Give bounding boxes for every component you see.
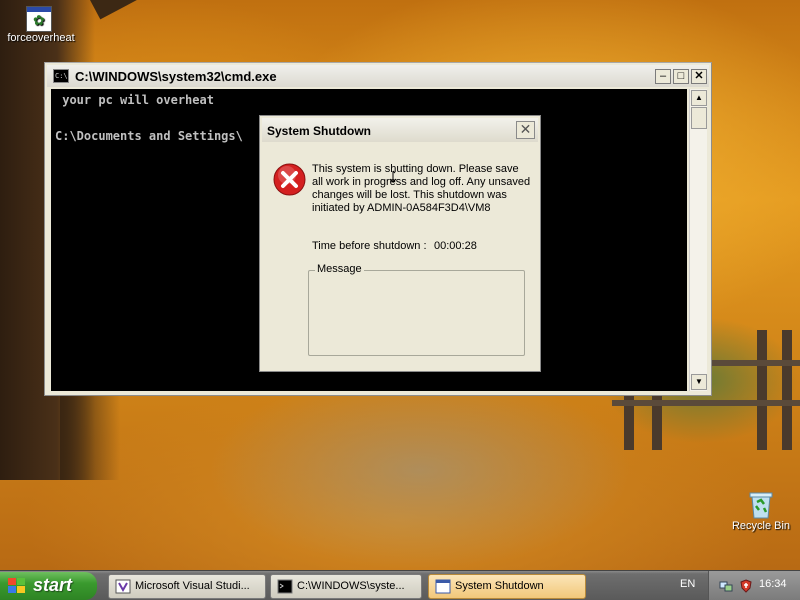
time-before-shutdown-value: 00:00:28 [434,240,477,252]
network-icon[interactable] [719,579,733,593]
error-icon [273,163,306,196]
scroll-down-arrow-icon[interactable]: ▼ [691,374,707,390]
taskbar-button-cmd[interactable]: C:\WINDOWS\syste... [270,574,422,599]
visual-studio-icon [115,579,131,594]
desktop-icon-forceoverheat[interactable]: forceoverheat [0,6,82,44]
desktop-icon-label: Recycle Bin [731,520,791,532]
cmd-window-title: C:\WINDOWS\system32\cmd.exe [75,69,277,84]
start-button[interactable]: start [0,572,97,600]
cmd-icon [277,579,293,594]
dialog-titlebar[interactable]: System Shutdown ✕ [262,118,538,142]
close-button[interactable]: ✕ [691,69,707,84]
clock[interactable]: 16:34 [759,578,787,590]
dialog-close-button[interactable]: ✕ [516,121,535,139]
taskbar-button-label: C:\WINDOWS\syste... [297,580,405,592]
console-line: your pc will overheat [55,93,214,107]
language-indicator[interactable]: EN [680,578,695,590]
recycle-bin-icon [747,488,775,520]
taskbar-button-visual-studio[interactable]: Microsoft Visual Studi... [108,574,266,599]
taskbar-button-label: Microsoft Visual Studi... [135,580,250,592]
message-groupbox: Message [308,263,525,356]
maximize-button[interactable]: □ [673,69,689,84]
security-shield-icon[interactable] [739,579,753,593]
system-tray: 16:34 [708,571,800,600]
taskbar-button-label: System Shutdown [455,580,544,592]
desktop-icon-label: forceoverheat [7,32,75,44]
system-shutdown-dialog[interactable]: System Shutdown ✕ This system is shuttin… [259,115,541,372]
cmd-titlebar[interactable]: C:\ C:\WINDOWS\system32\cmd.exe – □ ✕ [47,65,709,87]
program-icon [26,6,52,32]
cmd-icon[interactable]: C:\ [53,69,69,83]
window-icon [435,579,451,594]
message-groupbox-label: Message [315,263,364,275]
vertical-scrollbar[interactable]: ▲ ▼ [689,89,707,391]
desktop-icon-recycle-bin[interactable]: Recycle Bin [726,488,796,532]
minimize-button[interactable]: – [655,69,671,84]
shutdown-message: This system is shutting down. Please sav… [312,163,531,214]
scroll-up-arrow-icon[interactable]: ▲ [691,90,707,106]
scrollbar-thumb[interactable] [691,107,707,129]
windows-logo-icon [8,578,26,594]
taskbar: start Microsoft Visual Studi... C:\WINDO… [0,570,800,600]
time-before-shutdown-label: Time before shutdown : [312,240,427,252]
mouse-cursor-icon [389,170,399,186]
taskbar-button-system-shutdown[interactable]: System Shutdown [428,574,586,599]
start-label: start [33,575,73,595]
wallpaper-branch [90,0,242,20]
dialog-title: System Shutdown [267,124,372,138]
